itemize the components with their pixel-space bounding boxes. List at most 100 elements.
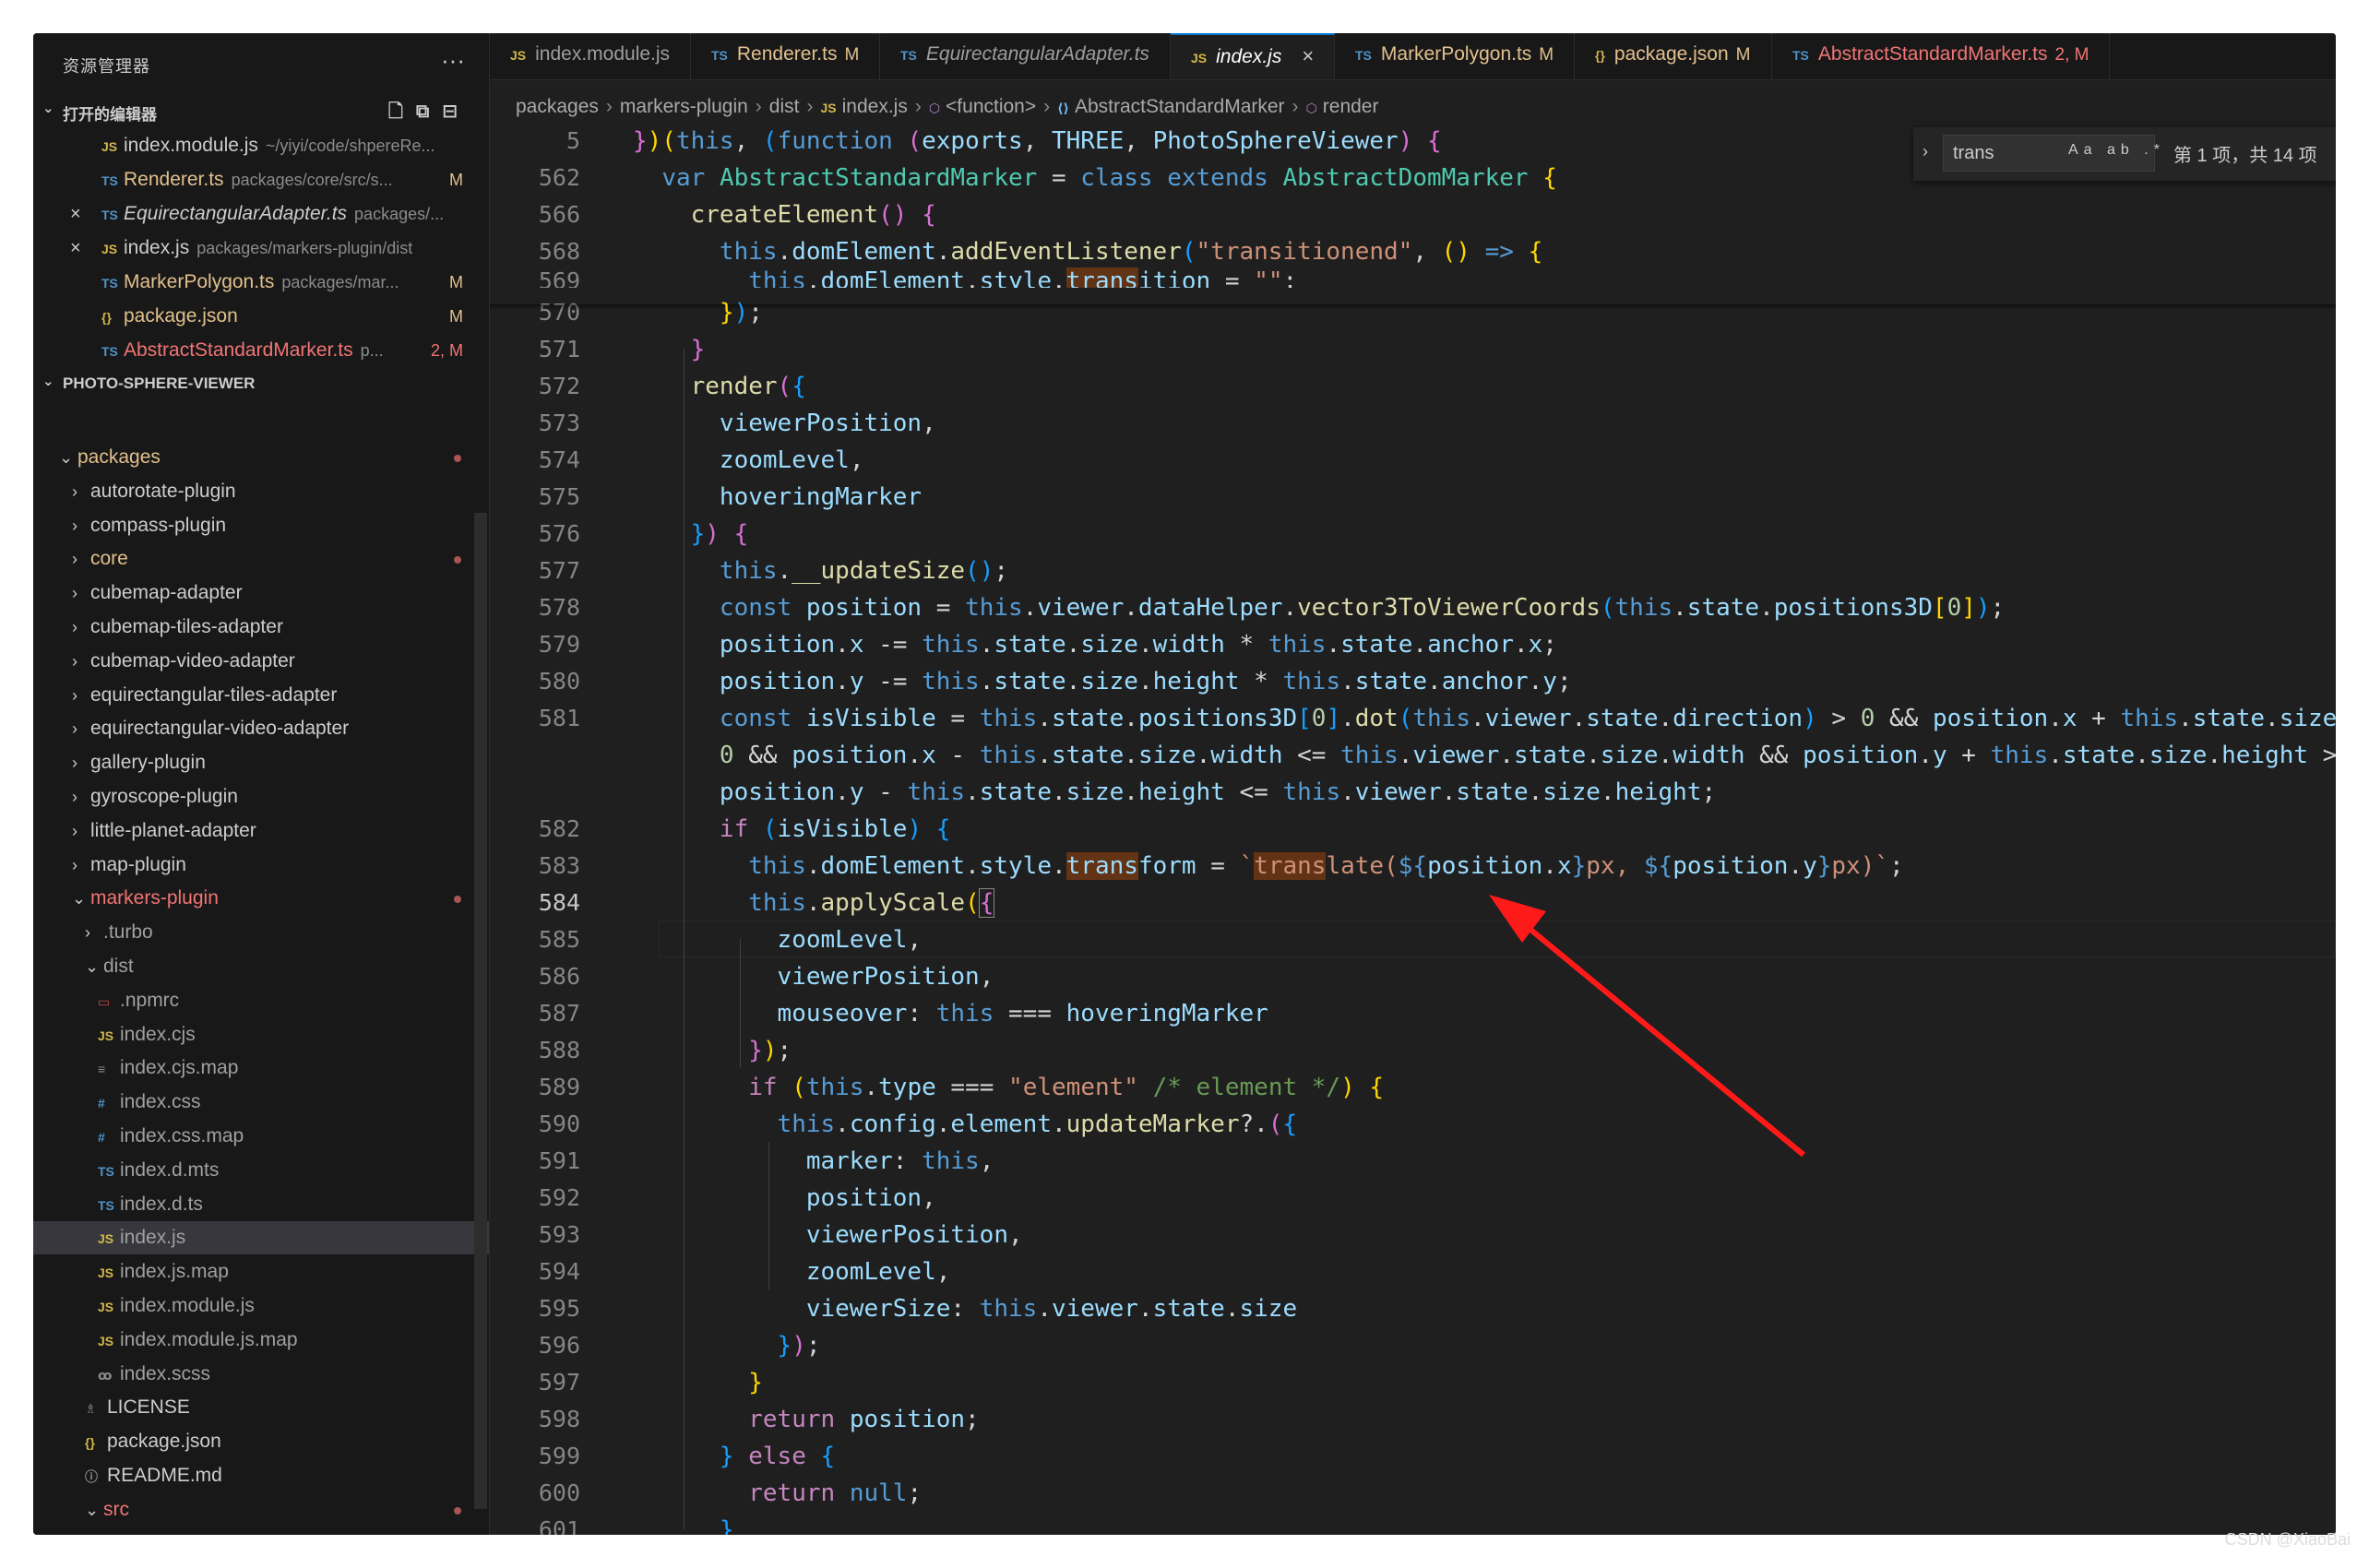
tree-file[interactable]: TS index.d.mts bbox=[33, 1154, 489, 1187]
tree-folder[interactable]: › map-plugin bbox=[33, 849, 489, 882]
tree-item-label: index.cjs bbox=[120, 1023, 196, 1045]
tree-file[interactable]: JS index.js.map bbox=[33, 1255, 489, 1289]
open-editors-toolbar[interactable]: 🗋⧉⊟ bbox=[388, 98, 470, 129]
tree-folder[interactable]: ⌄ src bbox=[33, 1493, 489, 1526]
file-path: packages/core/src/s... bbox=[231, 171, 393, 189]
tree-folder[interactable]: › .turbo bbox=[33, 916, 489, 949]
tree-folder[interactable]: › core bbox=[33, 542, 489, 576]
open-editor-item[interactable]: TS AbstractStandardMarker.ts p... 2, M bbox=[33, 334, 489, 367]
tree-folder[interactable]: › equirectangular-tiles-adapter bbox=[33, 679, 489, 712]
file-type-icon: {} bbox=[101, 310, 112, 325]
close-icon[interactable]: × bbox=[70, 232, 81, 265]
tree-item-label: index.css bbox=[120, 1091, 201, 1113]
more-actions-icon[interactable]: ··· bbox=[441, 46, 465, 75]
tree-item-label: markers-plugin bbox=[90, 887, 219, 909]
breadcrumb-item[interactable]: packages bbox=[516, 96, 599, 117]
tree-item-label: icons bbox=[116, 1533, 161, 1535]
tree-file[interactable]: JS index.module.js.map bbox=[33, 1324, 489, 1357]
editor-tab[interactable]: JS index.js × bbox=[1171, 33, 1336, 79]
modified-dot bbox=[454, 556, 461, 564]
tree-file[interactable]: ♗ LICENSE bbox=[33, 1391, 489, 1424]
line-number: 581 bbox=[538, 705, 580, 731]
tree-item-label: dist bbox=[103, 956, 134, 977]
file-name: index.module.js bbox=[124, 135, 258, 156]
code-editor[interactable]: 5 562 566 568 569 570 571 572 573 574 575 576 577 578… bbox=[490, 127, 2336, 1535]
code-line: this.domElement.addEventListener("transi… bbox=[719, 238, 1543, 266]
method-icon: ⬡ bbox=[928, 101, 941, 115]
open-editor-item[interactable]: × TS EquirectangularAdapter.ts packages/... bbox=[33, 197, 489, 231]
file-type-icon: JS bbox=[101, 242, 118, 256]
line-number: 592 bbox=[538, 1184, 580, 1211]
chevron-right-icon: › bbox=[755, 96, 762, 117]
tree-folder[interactable]: › equirectangular-video-adapter bbox=[33, 712, 489, 745]
file-type-icon: # bbox=[98, 1130, 105, 1145]
tree-folder[interactable]: › cubemap-video-adapter bbox=[33, 645, 489, 678]
tree-folder[interactable]: ›icons bbox=[33, 1527, 489, 1535]
open-editor-item[interactable]: TS Renderer.ts packages/core/src/s... M bbox=[33, 163, 489, 196]
file-type-icon: ꝏ bbox=[98, 1367, 113, 1383]
tree-file[interactable]: JS index.module.js bbox=[33, 1289, 489, 1323]
breadcrumb-item[interactable]: AbstractStandardMarker bbox=[1075, 96, 1285, 117]
sidebar-scrollbar[interactable] bbox=[474, 513, 487, 1509]
tree-folder[interactable]: ⌄ dist bbox=[33, 950, 489, 983]
line-number: 598 bbox=[538, 1406, 580, 1432]
close-icon[interactable]: × bbox=[1302, 44, 1314, 67]
line-number: 599 bbox=[538, 1443, 580, 1469]
tree-file[interactable]: ꝏ index.scss bbox=[33, 1358, 489, 1391]
tree-folder[interactable]: › gyroscope-plugin bbox=[33, 780, 489, 814]
editor-tab[interactable]: TS Renderer.ts M bbox=[691, 33, 881, 79]
close-all-icon[interactable]: ⊟ bbox=[442, 101, 470, 122]
open-editor-item[interactable]: JS index.module.js ~/yiyi/code/shpereRe... bbox=[33, 129, 489, 162]
breadcrumb-item[interactable]: index.js bbox=[842, 96, 908, 117]
new-file-icon[interactable]: 🗋 bbox=[388, 101, 416, 122]
close-icon[interactable]: × bbox=[70, 197, 81, 231]
editor-tab[interactable]: {} package.json M bbox=[1575, 33, 1772, 79]
tree-folder[interactable]: ⌄ markers-plugin bbox=[33, 882, 489, 915]
tree-file[interactable]: ⓘ README.md bbox=[33, 1459, 489, 1492]
code-line: }); bbox=[748, 1037, 792, 1064]
breadcrumb-item[interactable]: render bbox=[1323, 96, 1379, 117]
line-number: 589 bbox=[538, 1074, 580, 1100]
tree-file[interactable]: # index.css.map bbox=[33, 1120, 489, 1153]
tree-file[interactable]: TS index.d.ts bbox=[33, 1188, 489, 1221]
tree-folder[interactable]: › autorotate-plugin bbox=[33, 475, 489, 508]
tree-file[interactable]: {} package.json bbox=[33, 1425, 489, 1458]
code-line: const isVisible = this.state.positions3D… bbox=[719, 705, 2336, 732]
chevron-down-icon: ⌄ bbox=[42, 101, 54, 116]
tree-folder[interactable]: › gallery-plugin bbox=[33, 746, 489, 779]
tab-label: index.module.js bbox=[535, 43, 671, 65]
editor-tab[interactable]: TS AbstractStandardMarker.ts 2, M bbox=[1772, 33, 2111, 79]
find-options[interactable]: Aa ab .* bbox=[2068, 142, 2165, 159]
editor-tab[interactable]: JS index.module.js bbox=[490, 33, 692, 79]
tree-folder[interactable]: › cubemap-tiles-adapter bbox=[33, 611, 489, 644]
breadcrumb-item[interactable]: <function> bbox=[946, 96, 1036, 117]
open-editor-item[interactable]: × JS index.js packages/markers-plugin/dist bbox=[33, 232, 489, 265]
code-line: }) { bbox=[690, 520, 749, 548]
breadcrumb-item[interactable]: dist bbox=[769, 96, 800, 117]
file-type-icon: ⓘ bbox=[85, 1469, 98, 1484]
tree-file[interactable]: JS index.js bbox=[33, 1221, 489, 1255]
open-editors-section[interactable]: ⌄ 打开的编辑器 🗋⧉⊟ bbox=[33, 94, 489, 125]
file-type-icon: # bbox=[98, 1096, 105, 1111]
editor-tab[interactable]: TS EquirectangularAdapter.ts bbox=[880, 33, 1171, 79]
chevron-right-icon: › bbox=[85, 923, 90, 943]
project-section[interactable]: ⌄ PHOTO-SPHERE-VIEWER bbox=[33, 367, 489, 398]
tree-item-label: .npmrc bbox=[120, 989, 180, 1011]
tree-folder[interactable]: › little-planet-adapter bbox=[33, 814, 489, 848]
tree-file[interactable]: JS index.cjs bbox=[33, 1018, 489, 1051]
tree-folder[interactable]: › compass-plugin bbox=[33, 509, 489, 542]
tree-file[interactable]: ▭ .npmrc bbox=[33, 984, 489, 1017]
tree-file[interactable]: ≡ index.cjs.map bbox=[33, 1051, 489, 1085]
editor-tab[interactable]: TS MarkerPolygon.ts M bbox=[1335, 33, 1576, 79]
tree-folder[interactable]: › cubemap-adapter bbox=[33, 576, 489, 610]
save-all-icon[interactable]: ⧉ bbox=[416, 101, 442, 122]
open-editor-item[interactable]: {} package.json M bbox=[33, 300, 489, 333]
breadcrumb-item[interactable]: markers-plugin bbox=[620, 96, 748, 117]
chevron-right-icon[interactable]: › bbox=[1923, 142, 1928, 161]
line-number: 596 bbox=[538, 1332, 580, 1359]
line-number: 575 bbox=[538, 483, 580, 510]
tree-file[interactable]: # index.css bbox=[33, 1086, 489, 1119]
tree-folder[interactable]: ⌄ packages bbox=[33, 441, 489, 474]
open-editor-item[interactable]: TS MarkerPolygon.ts packages/mar... M bbox=[33, 266, 489, 299]
git-status-badge: M bbox=[449, 273, 463, 291]
